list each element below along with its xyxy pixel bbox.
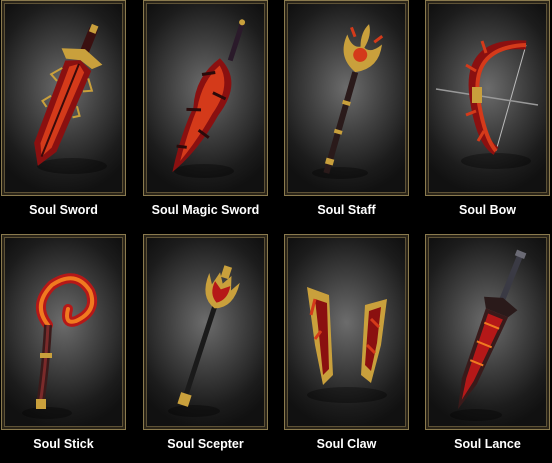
weapon-card-soul-scepter[interactable]: Soul Scepter	[143, 234, 268, 463]
weapon-image-frame	[425, 0, 550, 196]
weapon-gallery: Soul Sword Soul Magic Sword Soul Staff S…	[0, 0, 552, 458]
weapon-name: Soul Bow	[459, 203, 516, 217]
weapon-image-frame	[284, 234, 409, 430]
soul-scepter-icon	[168, 265, 240, 417]
weapon-name: Soul Magic Sword	[151, 203, 260, 217]
weapon-card-soul-magic-sword[interactable]: Soul Magic Sword	[143, 0, 268, 229]
weapon-name: Soul Stick	[33, 437, 94, 451]
soul-staff-icon	[312, 24, 384, 179]
weapon-card-soul-bow[interactable]: Soul Bow	[425, 0, 550, 229]
weapon-image-frame	[1, 234, 126, 430]
weapon-name: Soul Claw	[316, 437, 377, 451]
weapon-image-frame	[425, 234, 550, 430]
weapon-image-frame	[143, 0, 268, 196]
weapon-image-frame	[1, 0, 126, 196]
weapon-card-soul-lance[interactable]: Soul Lance	[425, 234, 550, 463]
soul-sword-icon	[34, 23, 107, 174]
weapon-name: Soul Staff	[317, 203, 376, 217]
weapon-image-frame	[143, 234, 268, 430]
weapon-card-soul-stick[interactable]: Soul Stick	[1, 234, 126, 463]
soul-lance-icon	[450, 249, 527, 421]
weapon-name: Soul Scepter	[167, 437, 244, 451]
weapon-card-soul-claw[interactable]: Soul Claw	[284, 234, 409, 463]
weapon-name: Soul Lance	[454, 437, 521, 451]
soul-bow-icon	[435, 40, 539, 169]
weapon-card-soul-sword[interactable]: Soul Sword	[1, 0, 126, 229]
soul-magic-sword-icon	[172, 19, 246, 178]
weapon-card-soul-staff[interactable]: Soul Staff	[284, 0, 409, 229]
soul-claw-icon	[307, 287, 387, 403]
weapon-name: Soul Sword	[29, 203, 98, 217]
weapon-image-frame	[284, 0, 409, 196]
soul-stick-icon	[22, 273, 98, 419]
